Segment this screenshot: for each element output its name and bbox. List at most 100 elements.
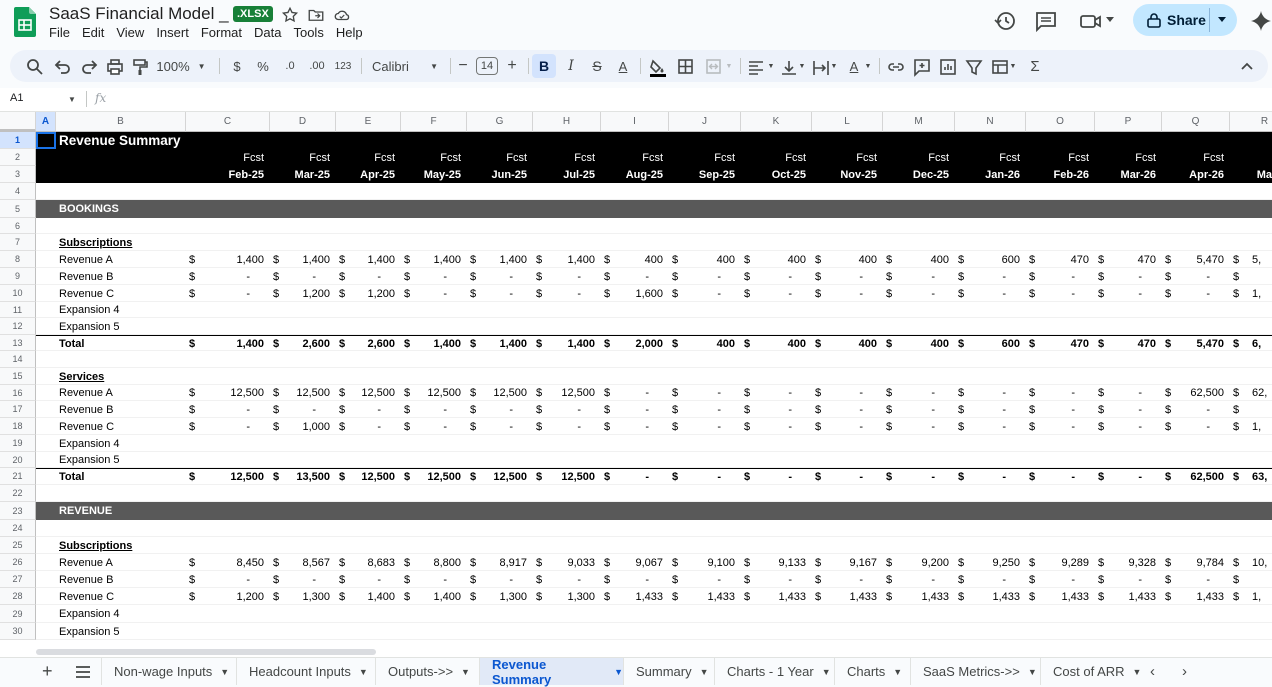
value-cell[interactable]: $ - [533,285,601,302]
value-cell[interactable]: $13,500 [270,469,336,485]
row-label[interactable]: Expansion 5 [59,318,209,335]
value-cell[interactable]: $400 [669,251,741,268]
value-cell[interactable]: $ - [812,571,883,588]
forecast-label[interactable]: Fcst [1230,149,1272,166]
month-header[interactable]: Mar-25 [270,166,336,183]
tab-dropdown-icon[interactable]: ▼ [461,667,470,677]
collapse-toolbar-icon[interactable] [1237,50,1255,82]
value-cell[interactable]: $400 [601,251,669,268]
value-cell[interactable]: $9,067 [601,554,669,571]
row-label[interactable]: Expansion 4 [59,605,209,623]
value-cell[interactable]: $ - [186,285,270,302]
month-header[interactable]: Dec-25 [883,166,955,183]
row-label[interactable]: Expansion 5 [59,623,209,640]
value-cell[interactable]: $12,500 [270,385,336,401]
value-cell[interactable]: $8,683 [336,554,401,571]
month-header[interactable]: Mar-26 [1095,166,1162,183]
column-header-h[interactable]: H [533,112,601,132]
strikethrough-button[interactable]: S [588,50,606,82]
value-cell[interactable]: $9,200 [883,554,955,571]
value-cell[interactable]: $ - [669,571,741,588]
menu-data[interactable]: Data [254,25,281,40]
value-cell[interactable]: $1,433 [1026,588,1095,605]
currency-format-button[interactable]: $ [228,50,246,82]
valign-dropdown-icon[interactable]: ▼ [797,50,807,82]
value-cell[interactable]: $ - [1095,469,1162,485]
value-cell[interactable]: $400 [669,336,741,351]
halign-dropdown-icon[interactable]: ▼ [766,50,776,82]
merge-dropdown-icon[interactable]: ▼ [724,50,734,82]
value-cell[interactable]: $400 [812,336,883,351]
row-header-21[interactable]: 21 [0,468,36,485]
value-cell[interactable]: $5,470 [1162,336,1230,351]
row-header-23[interactable]: 23 [0,502,36,520]
formula-input[interactable] [120,90,1260,109]
subsection-header[interactable]: Subscriptions [59,234,209,251]
value-cell[interactable]: $12,500 [186,469,270,485]
row-header-25[interactable]: 25 [0,537,36,554]
row-header-1[interactable]: 1 [0,132,36,149]
value-cell[interactable]: $ - [955,469,1026,485]
value-cell[interactable]: $1,400 [336,251,401,268]
menu-format[interactable]: Format [201,25,242,40]
value-cell[interactable]: $ - [1095,268,1162,285]
forecast-label[interactable]: Fcst [186,149,270,166]
value-cell[interactable]: $2,000 [601,336,669,351]
rotation-dropdown-icon[interactable]: ▼ [863,50,873,82]
text-color-button[interactable]: A [614,50,632,82]
month-header[interactable]: May-25 [401,166,467,183]
value-cell[interactable]: $ - [533,401,601,418]
value-cell[interactable]: $ - [601,385,669,401]
value-cell[interactable]: $9,167 [812,554,883,571]
filter-icon[interactable] [963,50,983,82]
value-cell[interactable]: $9,033 [533,554,601,571]
value-cell[interactable]: $ - [336,418,401,435]
value-cell[interactable]: $9,133 [741,554,812,571]
value-cell[interactable]: $ - [741,418,812,435]
value-cell[interactable]: $ - [336,401,401,418]
value-cell[interactable]: $ - [669,418,741,435]
row-header-18[interactable]: 18 [0,418,36,435]
selected-cell-a1[interactable] [36,132,56,149]
row-header-20[interactable]: 20 [0,452,36,468]
value-cell[interactable]: $ - [955,268,1026,285]
subsection-header[interactable]: Subscriptions [59,537,209,554]
column-header-f[interactable]: F [401,112,467,132]
vertical-align-icon[interactable] [778,50,798,82]
value-cell[interactable]: $ - [812,385,883,401]
value-cell[interactable]: $1,200 [186,588,270,605]
row-header-27[interactable]: 27 [0,571,36,588]
value-cell[interactable]: $ - [812,401,883,418]
sheet-tab[interactable]: Charts - 1 Year ▼ [714,658,834,685]
value-cell[interactable]: $ - [1162,268,1230,285]
value-cell[interactable]: $1,400 [186,336,270,351]
zoom-select[interactable]: 100% ▼ [156,50,206,82]
value-cell[interactable]: $9,289 [1026,554,1095,571]
value-cell[interactable]: $ - [741,401,812,418]
undo-icon[interactable] [52,50,72,82]
borders-icon[interactable] [675,50,695,82]
value-cell[interactable]: $1,400 [467,336,533,351]
value-cell[interactable]: $12,500 [186,385,270,401]
all-sheets-icon[interactable] [72,658,92,685]
horizontal-align-icon[interactable] [745,50,765,82]
value-cell[interactable]: $ - [1162,401,1230,418]
italic-button[interactable]: I [562,50,580,82]
value-cell[interactable]: $ - [270,571,336,588]
value-cell[interactable]: $2,600 [270,336,336,351]
forecast-label[interactable]: Fcst [1095,149,1162,166]
value-cell[interactable]: $1,433 [883,588,955,605]
filter-views-icon[interactable] [989,50,1009,82]
value-cell[interactable]: $ - [533,418,601,435]
sheet-tab[interactable]: Non-wage Inputs ▼ [101,658,236,685]
value-cell[interactable]: $ - [741,385,812,401]
text-rotation-button[interactable]: A [844,50,864,82]
forecast-label[interactable]: Fcst [533,149,601,166]
month-header[interactable]: Nov-25 [812,166,883,183]
value-cell[interactable]: $12,500 [336,385,401,401]
value-cell[interactable]: $ - [533,571,601,588]
row-header-5[interactable]: 5 [0,200,36,218]
month-header[interactable]: Jul-25 [533,166,601,183]
row-header-4[interactable]: 4 [0,183,36,200]
value-cell[interactable]: $ - [883,571,955,588]
